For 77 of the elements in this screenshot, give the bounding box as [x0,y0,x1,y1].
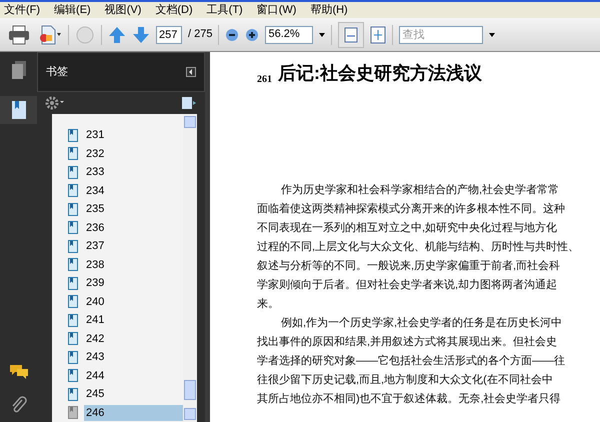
down-arrow-icon[interactable] [132,26,150,44]
bookmark-item[interactable]: 243 [84,349,183,366]
text-line: 不同表现在一系列的相互对立之中,如研究中央化过程与地方化 [257,220,558,236]
bookmark-item[interactable]: 240 [84,294,183,310]
printer-icon[interactable] [8,24,30,44]
text-line: 叙述与分析等的不同。一般说来,历史学家偏重于前者,而社会科 [257,258,562,274]
bookmark-icon [68,350,78,364]
bookmark-item[interactable]: 241 [84,312,183,328]
bookmark-icon [68,258,78,272]
bookmark-item[interactable]: 236 [84,220,183,236]
text-line: 学家则倾向于后者。但对社会史学者来说,却力图将两者沟通起 [257,278,558,293]
text-line: 找出事件的原因和结果,并用叙述方式将其展现出来。但社会史 [257,334,558,350]
bookmark-icon [68,406,78,420]
menu-item[interactable]: 文档(D) [155,2,193,18]
menu-item[interactable]: 帮助(H) [310,2,348,18]
bookmark-icon [68,295,78,308]
zoom-in-icon[interactable] [245,28,260,42]
pages-icon[interactable] [10,60,26,80]
text-line: 例如,作为一个历史学家,社会史学者的任务是在历史长河中 [280,316,564,331]
bookmark-item[interactable]: 233 [84,164,183,180]
page-total: / 275 [188,27,212,42]
menu-item[interactable]: 窗口(W) [256,2,296,18]
bookmark-item[interactable]: 235 [84,201,183,218]
chapter-heading: 后记:社会史研究方法浅议 [278,62,482,85]
bookmark-options-icon[interactable] [181,96,197,110]
bookmark-item[interactable]: 246 [84,404,183,421]
text-line: 其所占地位亦不相同)也不宜于叙述体裁。无奈,社会史学者只得 [257,392,562,407]
text-line: 学者选择的研究对象——它包括社会生活形式的各个方面——往 [257,354,566,369]
text-line: 来。 [257,297,280,312]
page-number-field[interactable]: 257 [156,26,182,44]
bookmark-icon [68,240,78,253]
zoom-dropdown[interactable]: 56.2% [265,26,314,44]
caret-icon[interactable] [319,32,326,36]
fit-width-button[interactable] [338,22,364,48]
bookmark-item[interactable]: 232 [84,146,183,162]
text-line: 往很少留下历史记载,而且,地方制度和大众文化(在不同社会中 [257,372,554,388]
up-arrow-icon[interactable] [108,26,126,44]
text-line: 面临着使这两类精神探索模式分离开来的许多根本性不同。这种 [257,202,566,217]
bookmark-icon [68,314,78,327]
comments-icon[interactable] [8,364,28,380]
bookmarks-tab[interactable] [0,96,37,124]
bookmark-icon [68,332,78,346]
caret-icon[interactable] [489,32,496,36]
bookmark-item[interactable]: 234 [84,182,183,199]
bookmark-item[interactable]: 242 [84,330,183,347]
bookmark-item[interactable]: 231 [84,127,183,144]
zoom-out-icon[interactable] [225,28,240,42]
bookmark-item[interactable]: 239 [84,275,183,292]
bookmark-item[interactable]: 237 [84,238,183,254]
scrollbar[interactable] [183,114,197,422]
bookmark-item[interactable]: 238 [84,256,183,273]
text-line: 过程的不同,上层文化与大众文化、机能与结构、历时性与共时性、 [257,240,580,255]
text-line: 作为历史学家和社会科学家相结合的产物,社会史学者常常 [280,182,560,198]
menu-item[interactable]: 工具(T) [206,2,243,18]
paperclip-icon[interactable] [10,396,26,414]
panel-title: 书签 [46,64,68,80]
bookmark-icon [68,369,78,382]
bookmark-icon [68,221,78,234]
bookmark-icon [68,202,78,216]
bookmark-icon [68,184,78,198]
gear-icon[interactable] [45,96,65,110]
bookmark-icon [68,128,78,142]
page-number: 261 [257,73,272,87]
bookmark-item[interactable]: 245 [84,386,183,402]
bookmark-item[interactable]: 244 [84,368,183,384]
menu-item[interactable]: 视图(V) [104,2,142,18]
bookmark-icon [68,388,78,401]
bookmark-icon [68,276,78,290]
menu-item[interactable]: 文件(F) [4,2,40,18]
fit-page-icon[interactable] [370,26,386,44]
menu-item[interactable]: 编辑(E) [54,2,91,18]
bookmark-page-icon [10,100,26,120]
fit-width-icon [344,26,358,42]
bookmark-icon [68,147,78,160]
bookmark-icon [68,166,78,179]
collapse-icon[interactable] [186,67,196,77]
search-field[interactable]: 查找 [399,26,484,44]
